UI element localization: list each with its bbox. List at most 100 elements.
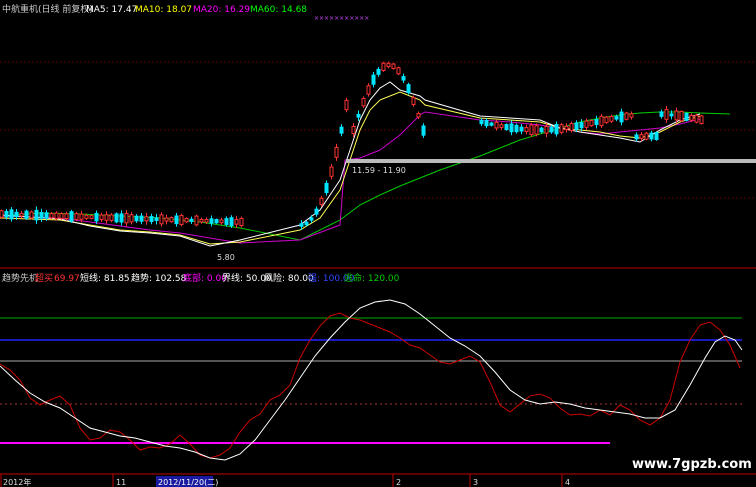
candle-body: [204, 219, 209, 223]
candle-body: [129, 214, 134, 223]
candle-body: [44, 212, 49, 219]
signal-markers: ×××××××××××: [314, 15, 369, 22]
candle-body: [59, 213, 64, 219]
candle-body: [229, 217, 234, 227]
candle-body: [594, 119, 599, 126]
candle-body: [366, 85, 371, 95]
candle-body: [34, 209, 39, 221]
time-label-3: 3: [473, 478, 478, 487]
candle-body: [544, 125, 549, 134]
candle-body: [219, 219, 224, 224]
candle-body: [324, 182, 329, 194]
candle-body: [39, 212, 44, 219]
bottom-label: 底部: 0.00: [183, 272, 227, 284]
chart-canvas[interactable]: 中航重机(日线 前复权) MA5: 17.47 MA10: 18.07 MA20…: [0, 0, 756, 487]
candle-body: [89, 215, 94, 219]
candle-body: [356, 113, 361, 118]
candle-body: [639, 134, 644, 139]
candle-body: [184, 217, 189, 223]
stock-chart-window: 中航重机(日线 前复权) MA5: 17.47 MA10: 18.07 MA20…: [0, 0, 756, 487]
candle-body: [104, 214, 109, 221]
candle-body: [144, 216, 149, 222]
candle-body: [484, 119, 489, 127]
candle-body: [589, 120, 594, 127]
candle-body: [689, 114, 694, 121]
candle-body: [396, 67, 401, 75]
candle-body: [664, 109, 669, 120]
candle-body: [199, 218, 204, 223]
candle-body: [644, 132, 649, 140]
candle-body: [361, 98, 366, 107]
candle-body: [14, 211, 19, 218]
candle-body: [159, 214, 164, 225]
indicator-levels: [0, 317, 742, 444]
candle-body: [169, 217, 174, 223]
price-level-band: [346, 159, 756, 163]
time-axis: 2012年 11 2012/11/20(二) 2 3 4: [0, 474, 570, 487]
range-annotation: 11.59 - 11.90: [352, 166, 406, 175]
candle-body: [309, 217, 314, 221]
candle-body: [319, 197, 324, 205]
candle-body: [684, 112, 689, 121]
overbuy-value: 69.97: [54, 274, 80, 284]
candle-body: [139, 215, 144, 222]
candle-body: [114, 213, 119, 223]
candle-body: [624, 112, 629, 120]
candle-body: [674, 110, 679, 121]
candle-body: [554, 123, 559, 135]
candle-body: [574, 122, 579, 130]
candle-body: [416, 113, 421, 118]
candle-body: [94, 212, 99, 222]
candle-body: [299, 223, 304, 227]
candle-body: [499, 124, 504, 129]
candle-body: [164, 217, 169, 222]
watermark: www.7gpzb.com: [632, 457, 752, 472]
candle-body: [54, 212, 59, 220]
ma5-label: MA5: 17.47: [86, 5, 137, 15]
candle-body: [69, 211, 74, 222]
candle-body: [534, 125, 539, 135]
candle-body: [659, 111, 664, 117]
candle-body: [234, 218, 239, 225]
candle-body: [376, 68, 381, 75]
candle-body: [179, 215, 184, 225]
indicator-header: 趋势先机 超买 69.97 短线: 81.85 趋势: 102.58 底部: 0…: [2, 272, 400, 284]
overbuy-label: 超买: [35, 272, 53, 284]
crosshair-date: 2012/11/20(二): [158, 478, 218, 487]
candle-body: [539, 127, 544, 133]
candle-body: [604, 116, 609, 124]
candle-body: [9, 209, 14, 220]
candle-body: [174, 215, 179, 225]
ma10-line: [0, 91, 701, 245]
candle-body: [564, 125, 569, 130]
indicator-short-line: [0, 312, 741, 459]
candle-body: [629, 113, 634, 118]
candle-body: [386, 62, 391, 68]
main-pane[interactable]: [0, 61, 756, 269]
candle-body: [84, 214, 89, 219]
candle-body: [584, 120, 589, 128]
candle-body: [304, 221, 309, 226]
indicator-name: 趋势先机: [2, 272, 38, 284]
candle-body: [391, 63, 396, 70]
trend-label: 趋势: 102.58: [131, 272, 187, 284]
candle-body: [529, 124, 534, 136]
candle-body: [614, 116, 619, 120]
candle-body: [149, 216, 154, 222]
candle-body: [74, 213, 79, 220]
candle-body: [381, 62, 386, 71]
candle-body: [699, 115, 704, 125]
candle-body: [344, 99, 349, 111]
candle-body: [494, 121, 499, 129]
candle-body: [154, 217, 159, 222]
candle-body: [29, 211, 34, 219]
candle-body: [239, 217, 244, 227]
candle-body: [411, 97, 416, 105]
candle-body: [214, 219, 219, 224]
time-label-2: 2: [396, 478, 401, 487]
main-header: 中航重机(日线 前复权) MA5: 17.47 MA10: 18.07 MA20…: [2, 3, 369, 22]
risk-label: 风险: 80.00: [264, 272, 314, 284]
escape-label: 逃命: 120.00: [344, 272, 400, 284]
stock-title: 中航重机(日线 前复权): [2, 3, 93, 15]
candle-body: [669, 113, 674, 117]
